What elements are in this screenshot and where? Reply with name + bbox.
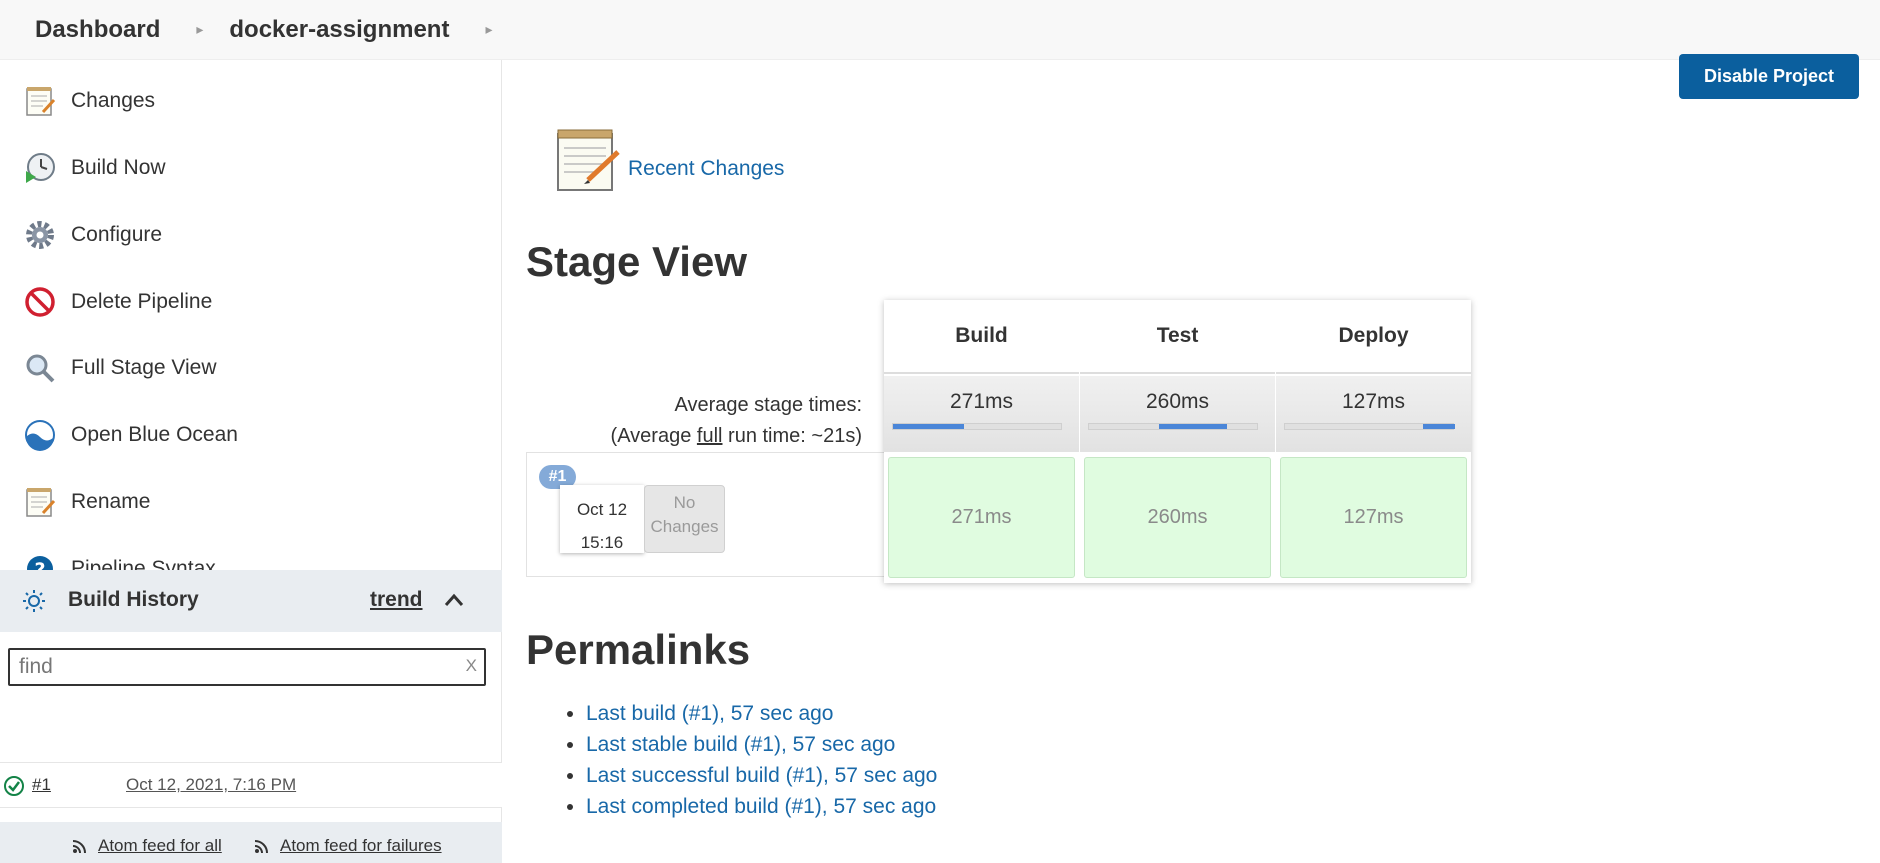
stage-column-build: Build 271ms 271ms	[884, 300, 1079, 583]
stage-progress-track	[1284, 423, 1455, 430]
sidebar-item-rename[interactable]: Rename	[22, 480, 150, 524]
stage-cell-success[interactable]: 271ms	[888, 457, 1075, 578]
success-check-icon	[3, 775, 25, 802]
recent-changes-link[interactable]: Recent Changes	[554, 126, 784, 199]
breadcrumb-chevron-icon[interactable]: ▸	[485, 21, 492, 38]
clear-icon[interactable]: X	[466, 656, 477, 676]
build-number-link[interactable]: #1	[32, 775, 51, 795]
stage-average-time: 260ms	[1145, 390, 1210, 413]
recent-changes-label: Recent Changes	[628, 156, 785, 180]
build-history-header: Build History trend	[0, 570, 502, 632]
build-filter: X	[8, 648, 486, 686]
run-date: Oct 12	[576, 500, 628, 519]
sidebar-item-changes[interactable]: Changes	[22, 79, 155, 123]
permalink-last-completed[interactable]: Last completed build (#1), 57 sec ago	[586, 791, 937, 822]
clock-play-icon	[22, 150, 58, 186]
trend-link[interactable]: trend	[370, 588, 423, 612]
permalink-last-successful[interactable]: Last successful build (#1), 57 sec ago	[586, 760, 937, 791]
stage-average: 127ms	[1276, 376, 1471, 452]
atom-feed-failures-link[interactable]: Atom feed for failures	[254, 836, 442, 856]
sidebar-item-configure[interactable]: Configure	[22, 213, 162, 257]
chevron-up-icon[interactable]	[444, 592, 464, 613]
notepad-icon	[22, 83, 58, 119]
breadcrumb-chevron-icon[interactable]: ▸	[196, 21, 203, 38]
run-time: 15:16	[580, 533, 624, 552]
rss-icon	[254, 840, 268, 854]
build-date-link[interactable]: Oct 12, 2021, 7:16 PM	[126, 775, 296, 795]
atom-feed-all-link[interactable]: Atom feed for all	[72, 836, 222, 856]
sidebar-item-blue-ocean[interactable]: Open Blue Ocean	[22, 413, 238, 457]
feed-label: Atom feed for all	[98, 836, 222, 855]
permalink-last-build[interactable]: Last build (#1), 57 sec ago	[586, 698, 937, 729]
build-history-icon	[22, 589, 46, 618]
sidebar-item-delete-pipeline[interactable]: Delete Pipeline	[22, 280, 212, 324]
stage-header: Test	[1080, 300, 1275, 374]
sidebar-item-label: Delete Pipeline	[71, 290, 213, 313]
stage-column-test: Test 260ms 260ms	[1080, 300, 1275, 583]
sidebar-item-build-now[interactable]: Build Now	[22, 146, 166, 190]
rss-icon	[72, 840, 86, 854]
breadcrumb-project[interactable]: docker-assignment	[229, 16, 449, 44]
sidebar-item-label: Rename	[71, 490, 151, 513]
avg-suffix: run time: ~21s)	[722, 425, 862, 447]
permalinks-list: Last build (#1), 57 sec ago Last stable …	[560, 698, 937, 822]
sidebar-item-label: Configure	[71, 223, 163, 246]
stage-view-table: Build 271ms 271ms Test 260ms 260ms Deplo…	[884, 300, 1471, 583]
sidebar: Changes Build Now Configure Delete Pipel…	[0, 60, 502, 863]
stage-progress-fill	[1158, 424, 1227, 429]
no-entry-icon	[22, 284, 58, 320]
no-changes-box[interactable]: No Changes	[644, 485, 725, 553]
stage-header: Deploy	[1276, 300, 1471, 374]
build-history-title: Build History	[68, 588, 199, 611]
feed-label: Atom feed for failures	[280, 836, 442, 855]
stage-progress-fill	[893, 424, 965, 429]
stage-average-time: 127ms	[1341, 390, 1406, 413]
stage-progress-fill	[1422, 424, 1455, 429]
magnifier-icon	[22, 350, 58, 386]
avg-full-word: full	[696, 425, 723, 447]
build-row: #1 Oct 12, 2021, 7:16 PM	[0, 762, 502, 808]
notepad-icon	[22, 484, 58, 520]
find-input[interactable]	[10, 650, 450, 684]
permalinks-title: Permalinks	[526, 626, 751, 673]
sidebar-item-label: Full Stage View	[71, 356, 217, 379]
stage-average: 260ms	[1080, 376, 1275, 452]
stage-view-title: Stage View	[526, 238, 747, 285]
avg-prefix: (Average	[610, 425, 697, 447]
average-stage-times: Average stage times: (Average full run t…	[611, 390, 862, 452]
gear-icon	[22, 217, 58, 253]
atom-feeds: Atom feed for all Atom feed for failures	[0, 822, 502, 863]
sidebar-item-label: Open Blue Ocean	[71, 423, 238, 446]
permalink-last-stable[interactable]: Last stable build (#1), 57 sec ago	[586, 729, 937, 760]
run-date-card[interactable]: Oct 12 15:16	[560, 485, 644, 553]
stage-average-time: 271ms	[949, 390, 1014, 413]
stage-column-deploy: Deploy 127ms 127ms	[1276, 300, 1471, 583]
no-changes-line2: Changes	[650, 517, 719, 536]
sidebar-item-label: Changes	[71, 89, 156, 112]
disable-project-button[interactable]: Disable Project	[1679, 54, 1859, 99]
stage-header: Build	[884, 300, 1079, 374]
notepad-icon	[554, 126, 622, 199]
stage-average: 271ms	[884, 376, 1079, 452]
sidebar-item-full-stage-view[interactable]: Full Stage View	[22, 346, 217, 390]
stage-cell-success[interactable]: 127ms	[1280, 457, 1467, 578]
stage-progress-track	[1088, 423, 1258, 430]
stage-progress-track	[892, 423, 1062, 430]
breadcrumb: Dashboard ▸ docker-assignment ▸	[0, 0, 1880, 60]
blue-ocean-icon	[22, 417, 58, 453]
breadcrumb-dashboard[interactable]: Dashboard	[35, 16, 160, 44]
avg-line1: Average stage times:	[674, 394, 862, 416]
sidebar-item-label: Build Now	[71, 156, 166, 179]
stage-cell-success[interactable]: 260ms	[1084, 457, 1271, 578]
avg-line2: (Average full run time: ~21s)	[611, 421, 862, 452]
no-changes-line1: No	[673, 493, 696, 512]
